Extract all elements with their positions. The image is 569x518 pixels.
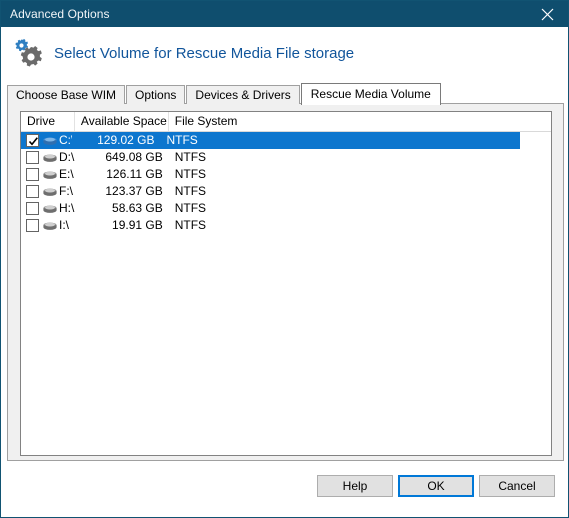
column-header-drive[interactable]: Drive [21,112,75,131]
row-checkbox[interactable] [26,219,39,232]
tab-bar: Choose Base WIM Options Devices & Driver… [7,83,564,105]
table-row[interactable]: D:\ 649.08 GB NTFS [21,149,551,166]
drive-letter: E:\ [59,167,74,181]
hard-drive-icon [42,151,58,165]
table-row[interactable]: C:\ 129.02 GB NTFS [21,132,520,149]
column-header-available-space[interactable]: Available Space [75,112,169,131]
drive-letter: D:\ [59,150,75,164]
cell-file-system: NTFS [174,201,207,215]
hard-drive-icon [42,168,58,182]
cell-drive: H:\ [21,200,75,217]
help-button[interactable]: Help [317,475,393,497]
row-checkbox[interactable] [26,168,39,181]
cell-available-space: 126.11 GB [106,167,163,181]
drive-letter: F:\ [59,184,73,198]
row-checkbox[interactable] [26,134,39,147]
volume-list-body: C:\ 129.02 GB NTFS D:\ [21,132,551,234]
tab-options[interactable]: Options [126,85,186,104]
advanced-options-dialog: Advanced Options Select Volume for Rescu… [0,0,569,518]
volume-list[interactable]: Drive Available Space File System C: 129… [20,111,552,456]
hard-drive-icon [42,134,58,148]
cell-drive: E:\ [21,166,75,183]
row-checkbox[interactable] [26,185,39,198]
cell-file-system: NTFS [166,133,198,147]
drive-letter: C:\ [59,133,72,147]
close-icon[interactable] [524,1,568,27]
tab-devices-and-drivers[interactable]: Devices & Drivers [186,85,300,104]
title-bar: Advanced Options [1,1,568,27]
cell-file-system: NTFS [174,167,207,181]
hard-drive-icon [42,185,58,199]
tab-choose-base-wim[interactable]: Choose Base WIM [7,85,126,104]
cell-file-system: NTFS [174,184,207,198]
drive-letter: I:\ [59,218,70,232]
table-row[interactable]: I:\ 19.91 GB NTFS [21,217,551,234]
dialog-footer: Help OK Cancel [1,467,568,517]
column-header-file-system[interactable]: File System [169,112,551,131]
cell-file-system: NTFS [174,218,207,232]
cell-available-space: 649.08 GB [105,150,163,164]
cell-drive: I:\ [21,217,75,234]
cell-file-system: NTFS [174,150,207,164]
window-title: Advanced Options [10,7,110,21]
table-row[interactable]: H:\ 58.63 GB NTFS [21,200,551,217]
hard-drive-icon [42,202,58,216]
cell-available-space: 129.02 GB [97,133,155,147]
cell-available-space: 58.63 GB [112,201,163,215]
cell-available-space: 123.37 GB [105,184,163,198]
tab-rescue-media-volume[interactable]: Rescue Media Volume [300,83,441,105]
table-row[interactable]: F:\ 123.37 GB NTFS [21,183,551,200]
hard-drive-icon [42,219,58,233]
dialog-header: Select Volume for Rescue Media File stor… [2,27,568,79]
ok-button[interactable]: OK [398,475,474,497]
table-row[interactable]: E:\ 126.11 GB NTFS [21,166,551,183]
cell-drive: F:\ [21,183,75,200]
cell-available-space: 19.91 GB [112,218,163,232]
volume-list-header: Drive Available Space File System [21,112,551,132]
row-checkbox[interactable] [26,151,39,164]
cell-drive: D:\ [21,149,75,166]
cancel-button[interactable]: Cancel [479,475,555,497]
cell-drive: C:\ [21,132,72,149]
page-title: Select Volume for Rescue Media File stor… [54,44,355,62]
row-checkbox[interactable] [26,202,39,215]
gears-icon [10,35,46,71]
drive-letter: H:\ [59,201,75,215]
